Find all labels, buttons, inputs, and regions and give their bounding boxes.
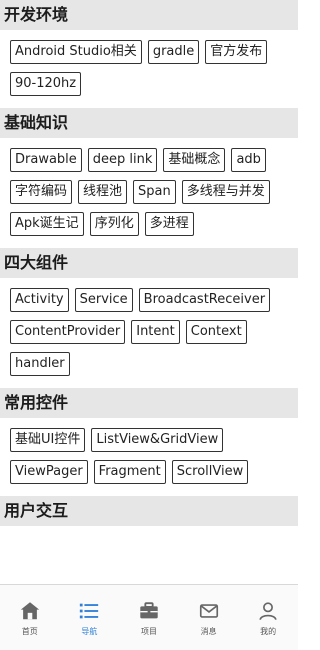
list-icon <box>77 599 101 623</box>
tag-listview-gridview[interactable]: ListView&GridView <box>91 428 224 452</box>
tag-context[interactable]: Context <box>185 320 247 344</box>
nav-item-profile[interactable]: 我的 <box>239 599 298 637</box>
mail-icon <box>197 599 221 623</box>
tag-broadcast-receiver[interactable]: BroadcastReceiver <box>138 288 271 312</box>
tag-content-provider[interactable]: ContentProvider <box>10 320 126 344</box>
nav-label: 项目 <box>140 626 157 636</box>
nav-item-projects[interactable]: 项目 <box>119 599 178 637</box>
tag-basic-concepts[interactable]: 基础概念 <box>163 148 226 172</box>
section-user-interaction: 用户交互 <box>0 496 298 526</box>
home-icon <box>18 599 42 623</box>
tag-span[interactable]: Span <box>133 180 176 204</box>
person-icon <box>256 599 280 623</box>
tag-thread-pool[interactable]: 线程池 <box>78 180 128 204</box>
tag-drawable[interactable]: Drawable <box>10 148 82 172</box>
tag-gradle[interactable]: gradle <box>147 40 200 64</box>
tag-multithreading[interactable]: 多线程与并发 <box>181 180 270 204</box>
tag-multi-process[interactable]: 多进程 <box>144 212 194 236</box>
section-header: 开发环境 <box>0 0 298 30</box>
tag-list: Android Studio相关 gradle 官方发布 90-120hz <box>0 30 298 108</box>
tag-official-release[interactable]: 官方发布 <box>205 40 268 64</box>
category-content: 开发环境 Android Studio相关 gradle 官方发布 90-120… <box>0 0 298 585</box>
tag-android-studio[interactable]: Android Studio相关 <box>10 40 142 64</box>
briefcase-icon <box>137 599 161 623</box>
tag-handler[interactable]: handler <box>10 352 70 376</box>
section-dev-env: 开发环境 Android Studio相关 gradle 官方发布 90-120… <box>0 0 298 108</box>
nav-label: 导航 <box>81 626 98 636</box>
tag-90-120hz[interactable]: 90-120hz <box>10 72 82 96</box>
tag-adb[interactable]: adb <box>231 148 266 172</box>
tag-serialization[interactable]: 序列化 <box>89 212 139 236</box>
section-four-components: 四大组件 Activity Service BroadcastReceiver … <box>0 248 298 388</box>
section-common-widgets: 常用控件 基础UI控件 ListView&GridView ViewPager … <box>0 388 298 496</box>
section-header: 基础知识 <box>0 108 298 138</box>
tag-deep-link[interactable]: deep link <box>87 148 158 172</box>
tag-list: Activity Service BroadcastReceiver Conte… <box>0 278 298 388</box>
nav-label: 我的 <box>260 626 277 636</box>
tag-service[interactable]: Service <box>74 288 133 312</box>
section-header: 用户交互 <box>0 496 298 526</box>
tag-basic-ui-widgets[interactable]: 基础UI控件 <box>10 428 86 452</box>
tag-char-encoding[interactable]: 字符编码 <box>10 180 73 204</box>
tag-viewpager[interactable]: ViewPager <box>10 460 88 484</box>
tag-apk-birth[interactable]: Apk诞生记 <box>10 212 84 236</box>
tag-fragment[interactable]: Fragment <box>93 460 166 484</box>
nav-label: 首页 <box>21 626 38 636</box>
nav-item-navigation[interactable]: 导航 <box>60 599 119 637</box>
section-header: 四大组件 <box>0 248 298 278</box>
bottom-navigation: 首页 导航 项目 消息 我的 <box>0 584 298 650</box>
section-header: 常用控件 <box>0 388 298 418</box>
tag-list: Drawable deep link 基础概念 adb 字符编码 线程池 Spa… <box>0 138 298 248</box>
tag-intent[interactable]: Intent <box>131 320 180 344</box>
tag-activity[interactable]: Activity <box>10 288 69 312</box>
nav-item-home[interactable]: 首页 <box>0 599 59 637</box>
tag-list: 基础UI控件 ListView&GridView ViewPager Fragm… <box>0 418 298 496</box>
section-basics: 基础知识 Drawable deep link 基础概念 adb 字符编码 线程… <box>0 108 298 248</box>
tag-scrollview[interactable]: ScrollView <box>171 460 249 484</box>
nav-item-messages[interactable]: 消息 <box>179 599 238 637</box>
nav-label: 消息 <box>200 626 217 636</box>
